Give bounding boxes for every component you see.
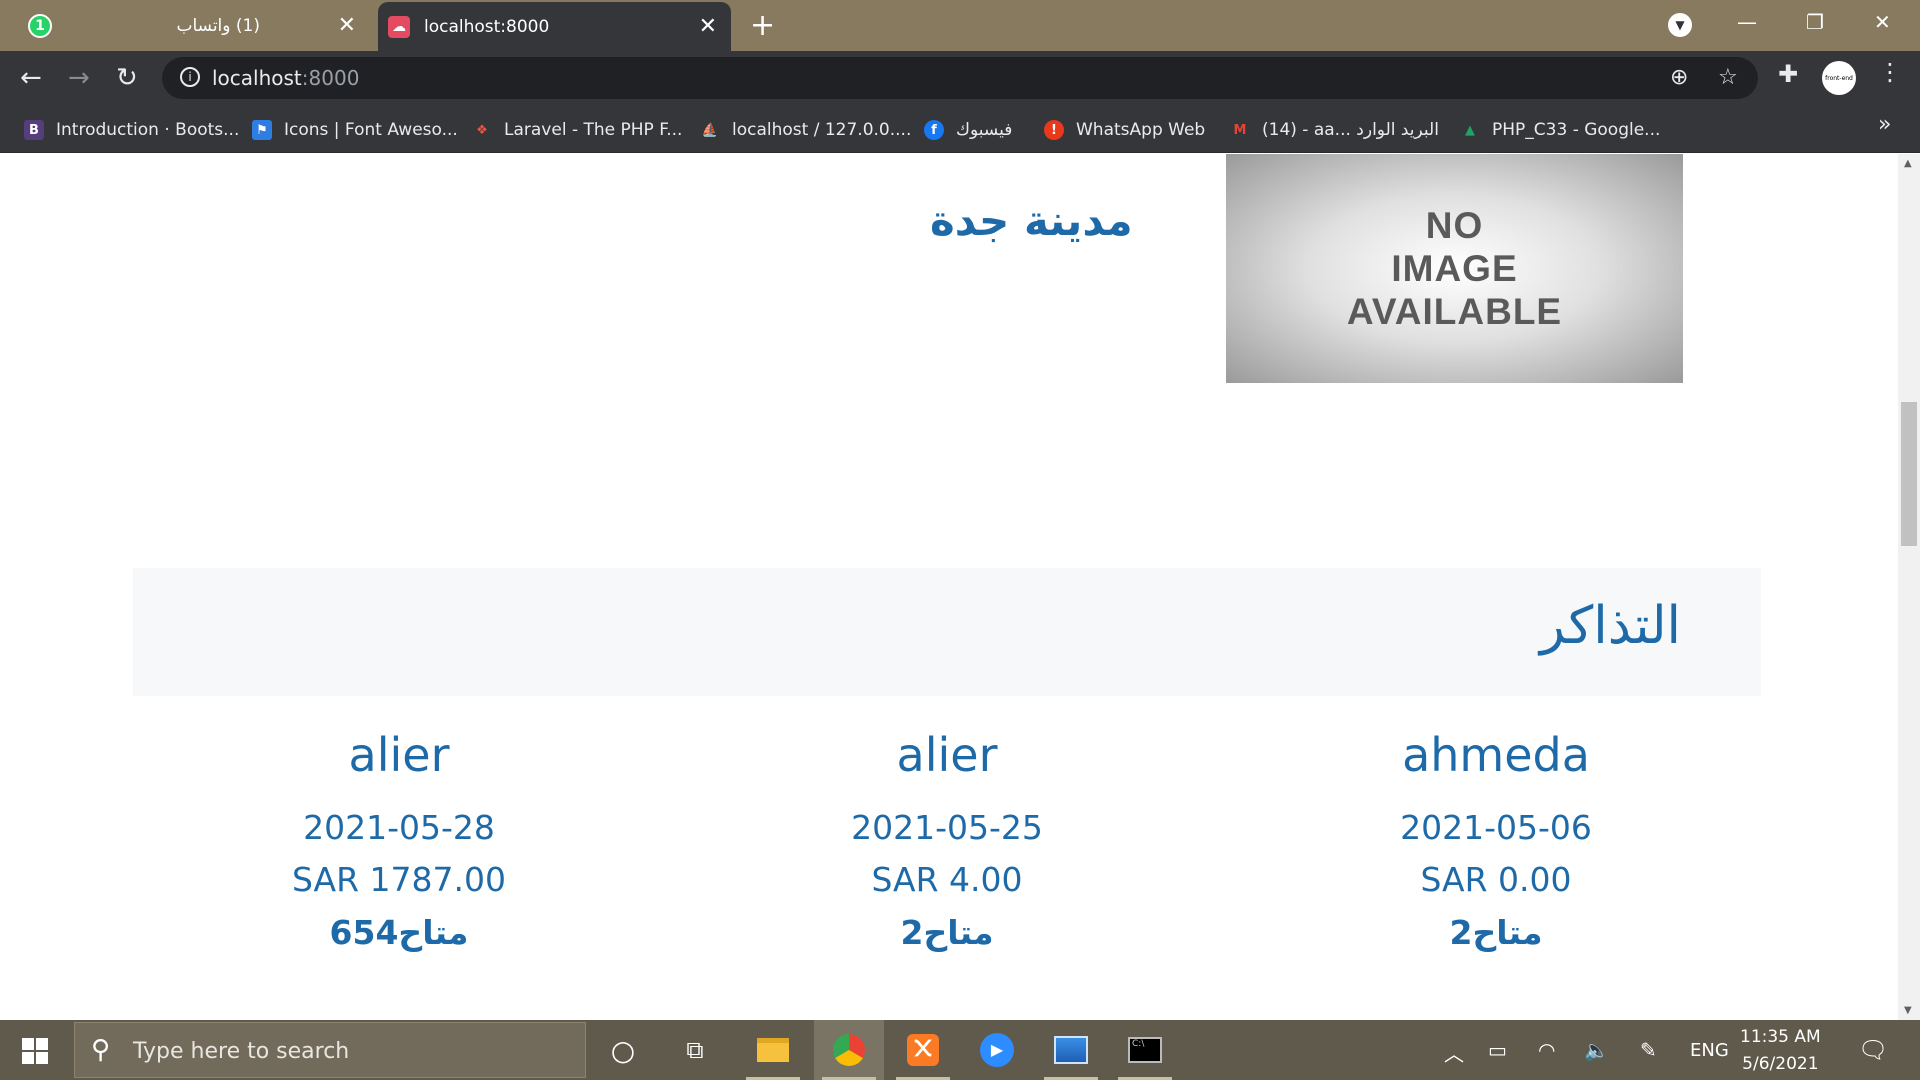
- bookmark-phpmyadmin[interactable]: ⛵ localhost / 127.0.0....: [700, 107, 911, 153]
- google-drive-icon: ▲: [1465, 122, 1475, 138]
- file-explorer-icon[interactable]: [738, 1020, 808, 1080]
- facebook-icon: f: [924, 120, 944, 140]
- bootstrap-icon: B: [24, 120, 44, 140]
- search-placeholder: Type here to search: [133, 1039, 350, 1064]
- section-title: التذاكر: [1539, 596, 1681, 656]
- scroll-up-icon[interactable]: ▲: [1904, 158, 1912, 169]
- zoom-icon[interactable]: ⊕: [1670, 65, 1688, 90]
- bookmark-bootstrap[interactable]: B Introduction · Boots...: [24, 107, 239, 153]
- clock-date: 5/6/2021: [1742, 1054, 1819, 1074]
- bookmarks-bar: B Introduction · Boots... ⚑ Icons | Font…: [0, 107, 1920, 153]
- ticket-name: alier: [348, 728, 450, 782]
- ticket-price: SAR 0.00: [1420, 860, 1572, 899]
- search-icon: ⚲: [91, 1035, 111, 1065]
- cortana-icon[interactable]: ○: [588, 1020, 658, 1080]
- ticket-availability: متاح2: [1449, 913, 1543, 952]
- pen-icon[interactable]: ✎: [1640, 1038, 1657, 1062]
- taskbar-clock[interactable]: 11:35 AM 5/6/2021: [1740, 1024, 1821, 1078]
- forward-icon[interactable]: →: [68, 63, 90, 93]
- phpmyadmin-icon: ⛵: [701, 122, 719, 138]
- back-icon[interactable]: ←: [20, 63, 42, 93]
- new-tab-button[interactable]: +: [750, 8, 775, 43]
- address-bar[interactable]: i localhost:8000 ⊕ ☆: [162, 57, 1758, 99]
- info-icon[interactable]: i: [180, 67, 200, 87]
- wifi-icon[interactable]: ◠: [1538, 1038, 1555, 1062]
- star-icon[interactable]: ☆: [1718, 65, 1738, 90]
- language-indicator[interactable]: ENG: [1690, 1040, 1729, 1061]
- chevron-up-icon[interactable]: ︿: [1444, 1038, 1464, 1067]
- avatar[interactable]: front-end: [1822, 61, 1856, 95]
- menu-icon[interactable]: ⋮: [1878, 58, 1902, 86]
- url-text[interactable]: localhost:8000: [212, 66, 359, 90]
- xampp-icon[interactable]: ᙭: [888, 1020, 958, 1080]
- taskbar-search-input[interactable]: ⚲ Type here to search: [74, 1022, 586, 1078]
- tab-title: localhost:8000: [424, 16, 550, 37]
- tab-search-icon[interactable]: ▼: [1668, 13, 1692, 37]
- ticket-card[interactable]: alier 2021-05-25 SAR 4.00 متاح2: [747, 720, 1147, 960]
- bookmark-laravel[interactable]: ❖ Laravel - The PHP F...: [472, 107, 682, 153]
- restore-icon[interactable]: ❐: [1806, 10, 1824, 34]
- page-scrollbar[interactable]: ▲ ▼: [1898, 154, 1920, 1020]
- gmail-icon: M: [1233, 122, 1247, 138]
- ticket-date: 2021-05-06: [1400, 808, 1592, 847]
- windows-start-icon[interactable]: [22, 1038, 48, 1064]
- scroll-down-icon[interactable]: ▼: [1904, 1005, 1912, 1016]
- reload-icon[interactable]: ↻: [116, 63, 138, 93]
- volume-icon[interactable]: 🔈: [1584, 1038, 1609, 1062]
- minimize-icon[interactable]: —: [1737, 10, 1757, 34]
- ticket-date: 2021-05-25: [851, 808, 1043, 847]
- chevron-right-icon[interactable]: »: [1878, 112, 1891, 137]
- task-view-icon[interactable]: ⧉: [660, 1020, 730, 1080]
- laravel-icon: ❖: [476, 122, 488, 138]
- city-title: مدينة جدة: [930, 196, 1133, 245]
- laravel-icon: ☁: [388, 15, 410, 38]
- bookmark-whatsapp-web[interactable]: ! WhatsApp Web: [1044, 107, 1205, 153]
- bookmark-fontawesome[interactable]: ⚑ Icons | Font Aweso...: [252, 107, 458, 153]
- windows-taskbar: ⚲ Type here to search ○ ⧉ ᙭ ▶ C:\ ︿ ▭ ◠ …: [0, 1020, 1920, 1080]
- notifications-icon[interactable]: 🗨: [1858, 1036, 1888, 1064]
- photos-icon[interactable]: [1036, 1020, 1106, 1080]
- ticket-price: SAR 4.00: [871, 860, 1023, 899]
- ticket-card[interactable]: ahmeda 2021-05-06 SAR 0.00 متاح2: [1296, 720, 1696, 960]
- tickets-section-header: التذاكر: [133, 568, 1761, 696]
- ticket-availability: متاح654: [329, 913, 469, 952]
- bookmark-google-drive[interactable]: ▲ PHP_C33 - Google...: [1460, 107, 1660, 153]
- page-content: مدينة جدة NO IMAGE AVAILABLE التذاكر ahm…: [0, 154, 1898, 1020]
- no-image-placeholder: NO IMAGE AVAILABLE: [1226, 154, 1683, 383]
- clock-time: 11:35 AM: [1740, 1027, 1821, 1047]
- ticket-name: ahmeda: [1402, 728, 1590, 782]
- ticket-name: alier: [896, 728, 998, 782]
- fontawesome-icon: ⚑: [252, 120, 272, 140]
- tab-localhost[interactable]: ☁ localhost:8000 ✕: [378, 2, 731, 51]
- bookmark-gmail[interactable]: M (14) - aa... البريد الوارد: [1230, 107, 1439, 153]
- tab-title: (1) واتساب: [176, 15, 260, 36]
- alert-icon: !: [1044, 120, 1064, 140]
- bookmark-facebook[interactable]: f فيسبوك: [924, 107, 1012, 153]
- ticket-availability: متاح2: [900, 913, 994, 952]
- ticket-date: 2021-05-28: [303, 808, 495, 847]
- browser-toolbar: ← → ↻ i localhost:8000 ⊕ ☆: [0, 51, 1920, 107]
- extensions-icon[interactable]: ✚: [1778, 60, 1798, 88]
- close-icon[interactable]: ✕: [338, 13, 356, 38]
- close-icon[interactable]: ✕: [699, 14, 717, 39]
- battery-icon[interactable]: ▭: [1488, 1038, 1507, 1062]
- close-window-icon[interactable]: ✕: [1874, 10, 1891, 34]
- zoom-app-icon[interactable]: ▶: [962, 1020, 1032, 1080]
- tab-strip: 1 (1) واتساب ✕ ☁ localhost:8000 ✕ + ▼ — …: [0, 0, 1920, 51]
- scrollbar-thumb[interactable]: [1901, 402, 1917, 546]
- ticket-price: SAR 1787.00: [291, 860, 507, 899]
- terminal-icon[interactable]: C:\: [1110, 1020, 1180, 1080]
- ticket-card[interactable]: alier 2021-05-28 SAR 1787.00 متاح654: [199, 720, 599, 960]
- chrome-icon[interactable]: [814, 1020, 884, 1080]
- whatsapp-icon: 1: [28, 13, 52, 38]
- tab-whatsapp[interactable]: 1 (1) واتساب ✕: [10, 0, 370, 51]
